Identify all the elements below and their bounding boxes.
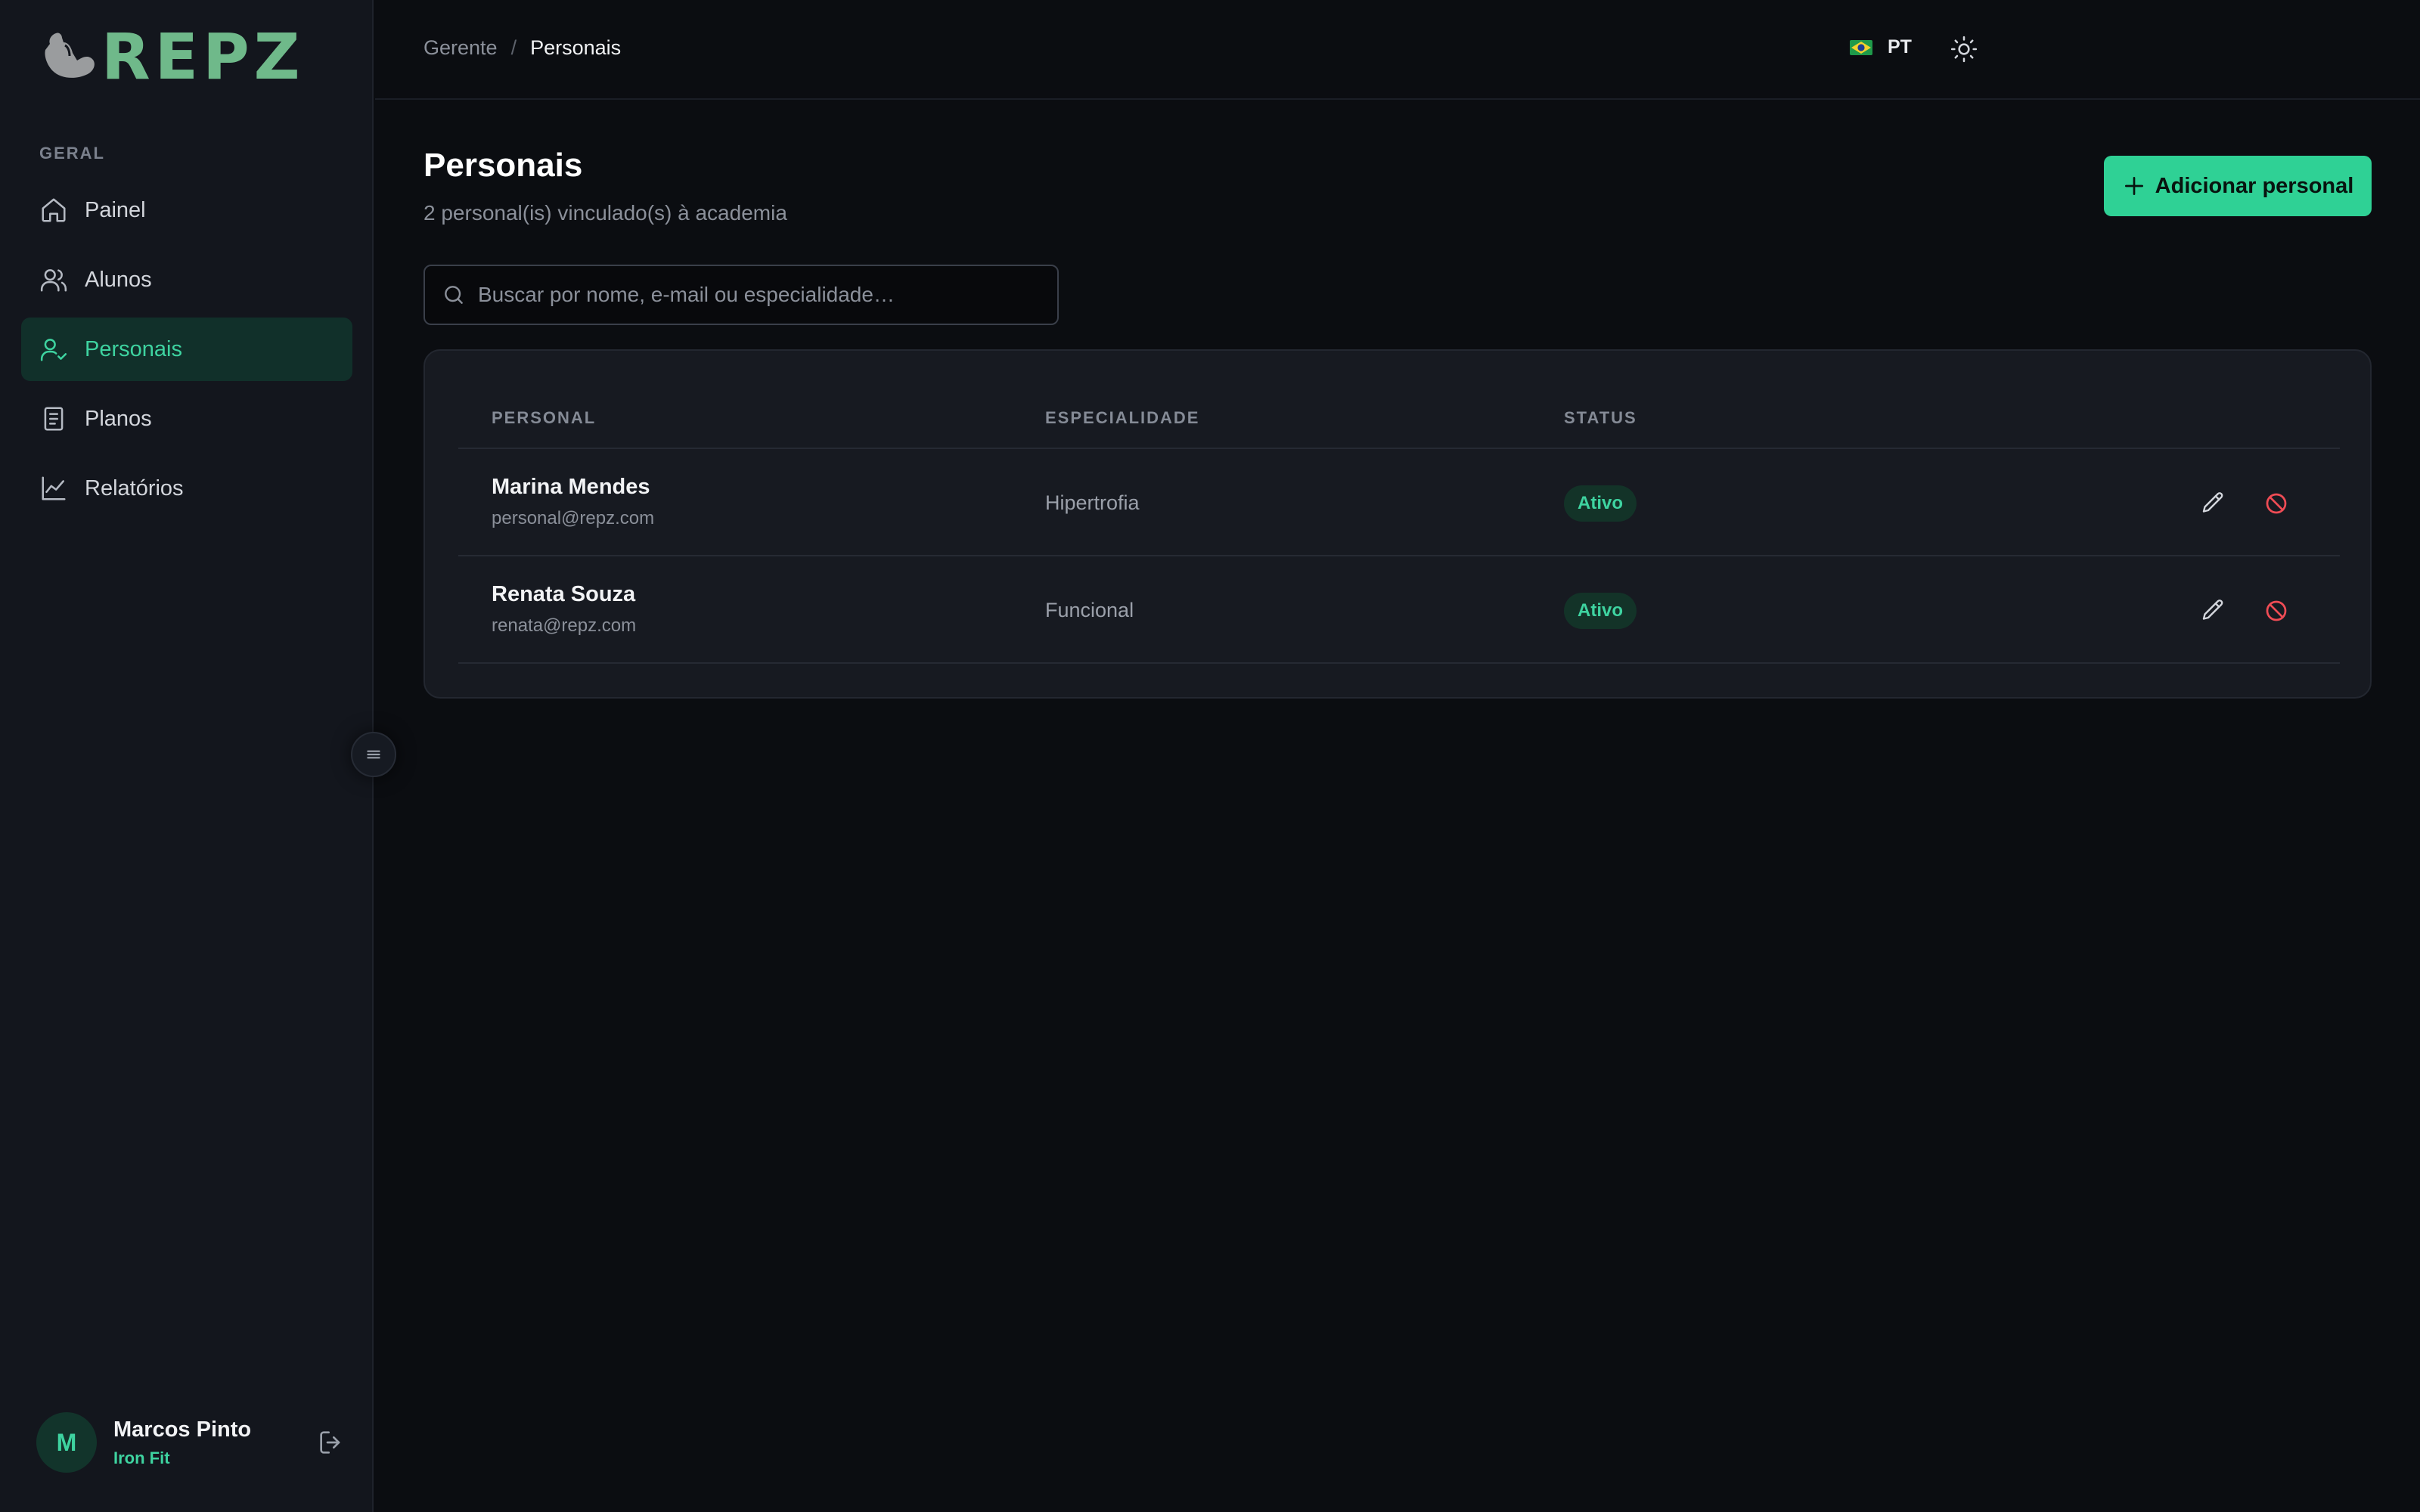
search-box [424, 265, 1059, 325]
status-badge: Ativo [1564, 593, 1637, 629]
menu-icon [367, 750, 380, 759]
personal-email: renata@repz.com [492, 615, 637, 636]
document-icon [44, 407, 64, 431]
sidebar-collapse-button[interactable] [351, 732, 396, 777]
edit-pencil-icon[interactable] [2199, 490, 2226, 517]
column-header-especialidade[interactable]: ESPECIALIDADE [1045, 408, 1199, 428]
breadcrumb-parent[interactable]: Gerente [424, 36, 498, 60]
brazil-flag-icon [1850, 39, 1872, 55]
status-badge: Ativo [1564, 485, 1637, 522]
add-personal-button[interactable]: Adicionar personal [2104, 156, 2372, 216]
sidebar-item-painel[interactable]: Painel [21, 178, 352, 242]
plus-icon [2124, 177, 2143, 195]
language-code: PT [1888, 36, 1912, 57]
sidebar-item-label: Relatórios [85, 476, 184, 500]
user-info: Marcos Pinto Iron Fit [113, 1418, 251, 1468]
edit-pencil-icon[interactable] [2199, 597, 2226, 624]
flexed-arm-logo-icon [45, 33, 95, 78]
personal-specialty: Funcional [1045, 599, 1134, 621]
main-nav: Painel Alunos Personais Planos Relatório… [21, 178, 352, 526]
personal-name: Renata Souza [492, 582, 636, 606]
chart-line-icon [42, 476, 66, 500]
sidebar: REPZ GERAL Painel Alunos Personais Plano… [0, 0, 374, 1512]
breadcrumb-separator: / [510, 36, 517, 59]
table-header: PERSONAL ESPECIALIDADE STATUS [458, 404, 2340, 449]
sidebar-item-relatorios[interactable]: Relatórios [21, 457, 352, 520]
personals-table-card: PERSONAL ESPECIALIDADE STATUS Marina Men… [424, 349, 2372, 699]
home-icon [42, 198, 66, 222]
sidebar-item-personais[interactable]: Personais [21, 318, 352, 381]
deactivate-ban-icon[interactable] [2263, 490, 2290, 517]
column-header-status[interactable]: STATUS [1564, 408, 1637, 428]
repz-logo[interactable]: REPZ [42, 20, 305, 94]
sidebar-item-alunos[interactable]: Alunos [21, 248, 352, 311]
user-check-icon [40, 339, 67, 361]
personal-email: personal@repz.com [492, 508, 655, 528]
table-row[interactable]: Renata Souza renata@repz.com Funcional A… [458, 558, 2340, 664]
deactivate-ban-icon[interactable] [2263, 597, 2290, 624]
sidebar-item-label: Planos [85, 406, 152, 431]
search-input[interactable] [478, 283, 1057, 307]
search-icon [445, 286, 463, 304]
sidebar-item-label: Personais [85, 336, 182, 361]
breadcrumb-current: Personais [530, 36, 622, 59]
language-selector[interactable]: PT [1850, 36, 1912, 58]
table-row[interactable]: Marina Mendes personal@repz.com Hipertro… [458, 451, 2340, 556]
user-gym: Iron Fit [113, 1448, 170, 1467]
breadcrumb: Gerente / Personais [424, 36, 621, 60]
personal-name: Marina Mendes [492, 475, 650, 499]
topbar: Gerente / Personais [375, 0, 2420, 100]
nav-section-label: GERAL [39, 144, 105, 163]
column-header-personal[interactable]: PERSONAL [492, 408, 596, 428]
users-icon [40, 269, 67, 292]
personal-specialty: Hipertrofia [1045, 491, 1140, 514]
sun-icon[interactable] [1950, 35, 1978, 64]
page-title: Personais [424, 147, 583, 184]
add-personal-label: Adicionar personal [2155, 173, 2354, 198]
brand-name: REPZ [101, 20, 305, 94]
logout-icon[interactable] [316, 1427, 346, 1458]
avatar[interactable]: M [36, 1412, 97, 1473]
user-name: Marcos Pinto [113, 1417, 252, 1442]
user-profile: M Marcos Pinto Iron Fit [36, 1412, 346, 1473]
sidebar-item-planos[interactable]: Planos [21, 387, 352, 451]
page-subtitle: 2 personal(is) vinculado(s) à academia [424, 201, 787, 225]
sidebar-item-label: Alunos [85, 267, 152, 292]
sidebar-item-label: Painel [85, 197, 146, 222]
